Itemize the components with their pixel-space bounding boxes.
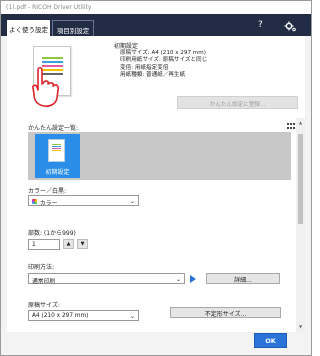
grid-view-icon[interactable] <box>287 123 295 130</box>
print-method-label: 印刷方法: <box>28 264 55 271</box>
tab-bar: よく使う設定 項目別設定 ? <box>1 14 311 36</box>
original-size-value: A4 (210 x 297 mm) <box>32 313 89 319</box>
preview-line <box>52 144 61 145</box>
color-label: カラー／白黒: <box>28 188 67 195</box>
preset-item[interactable]: 初期設定 <box>35 134 80 178</box>
print-method-value: 通常印刷 <box>32 279 56 285</box>
color-mode-icon <box>32 199 37 204</box>
preset-specs: 原稿サイズ: A4 (210 x 297 mm) 印刷用紙サイズ: 原稿サイズと… <box>120 50 207 80</box>
preview-line <box>52 146 61 147</box>
preset-thumbnail <box>48 139 65 162</box>
copies-decrement-button[interactable]: ▼ <box>77 239 88 249</box>
original-size-label: 原稿サイズ: <box>28 302 60 309</box>
spec-paper-type: 用紙種類: 普通紙／再生紙 <box>120 72 186 79</box>
vertical-scrollbar[interactable]: ▲ ▼ <box>296 118 305 332</box>
color-select-value: カラー <box>40 201 58 207</box>
ok-button[interactable]: OK <box>254 333 287 348</box>
chevron-down-icon: ⌄ <box>175 276 181 283</box>
custom-size-button[interactable]: 不定形サイズ... <box>170 307 281 318</box>
tab-item-settings[interactable]: 項目別設定 <box>52 20 94 36</box>
preset-title: 初期設定 <box>114 43 139 50</box>
preview-line <box>52 148 61 149</box>
play-arrow-icon <box>190 275 196 283</box>
scroll-up-icon[interactable]: ▲ <box>298 120 303 125</box>
window-titlebar: (1).pdf - RICOH Driver Utility <box>1 1 311 14</box>
print-method-select[interactable]: 通常印刷 ⌄ <box>28 273 185 285</box>
details-button[interactable]: 詳細... <box>206 273 280 284</box>
register-preset-button[interactable]: かんたん設定に登録... <box>177 96 298 109</box>
gear-icon[interactable] <box>284 20 296 32</box>
original-size-select[interactable]: A4 (210 x 297 mm) ⌄ <box>28 310 139 321</box>
help-icon[interactable]: ? <box>258 20 263 30</box>
chevron-down-icon: ⌄ <box>129 313 135 320</box>
footer-bar: OK <box>1 332 311 355</box>
scroll-down-icon[interactable]: ▼ <box>298 324 303 329</box>
preset-item-label: 初期設定 <box>45 169 70 176</box>
current-preset-panel: 初期設定 原稿サイズ: A4 (210 x 297 mm) 印刷用紙サイズ: 原… <box>7 36 305 118</box>
preview-line <box>42 61 63 63</box>
preset-list-label: かんたん設定一覧: <box>28 125 79 132</box>
color-select[interactable]: カラー ⌄ <box>28 195 139 207</box>
tab-favorites[interactable]: よく使う設定 <box>7 20 50 36</box>
window-title: (1).pdf - RICOH Driver Utility <box>6 4 92 11</box>
preview-line <box>52 150 61 151</box>
preset-list: 初期設定 <box>28 132 291 180</box>
scrollbar-thumb[interactable] <box>298 134 303 224</box>
copies-label: 部数: (1から999) <box>28 230 76 237</box>
settings-scroll-area: かんたん設定一覧: 初期設定 カラー／白黒: カラー ⌄ 部数: (1から999… <box>7 118 305 332</box>
chevron-down-icon: ⌄ <box>129 198 135 205</box>
spec-paper-size: 印刷用紙サイズ: 原稿サイズと同じ <box>120 57 208 64</box>
copies-increment-button[interactable]: ▲ <box>63 239 74 249</box>
driver-utility-window: (1).pdf - RICOH Driver Utility よく使う設定 項目… <box>0 0 312 356</box>
copies-input[interactable]: 1 <box>28 239 60 250</box>
preview-line <box>42 57 63 59</box>
pointing-hand-icon <box>32 66 60 107</box>
